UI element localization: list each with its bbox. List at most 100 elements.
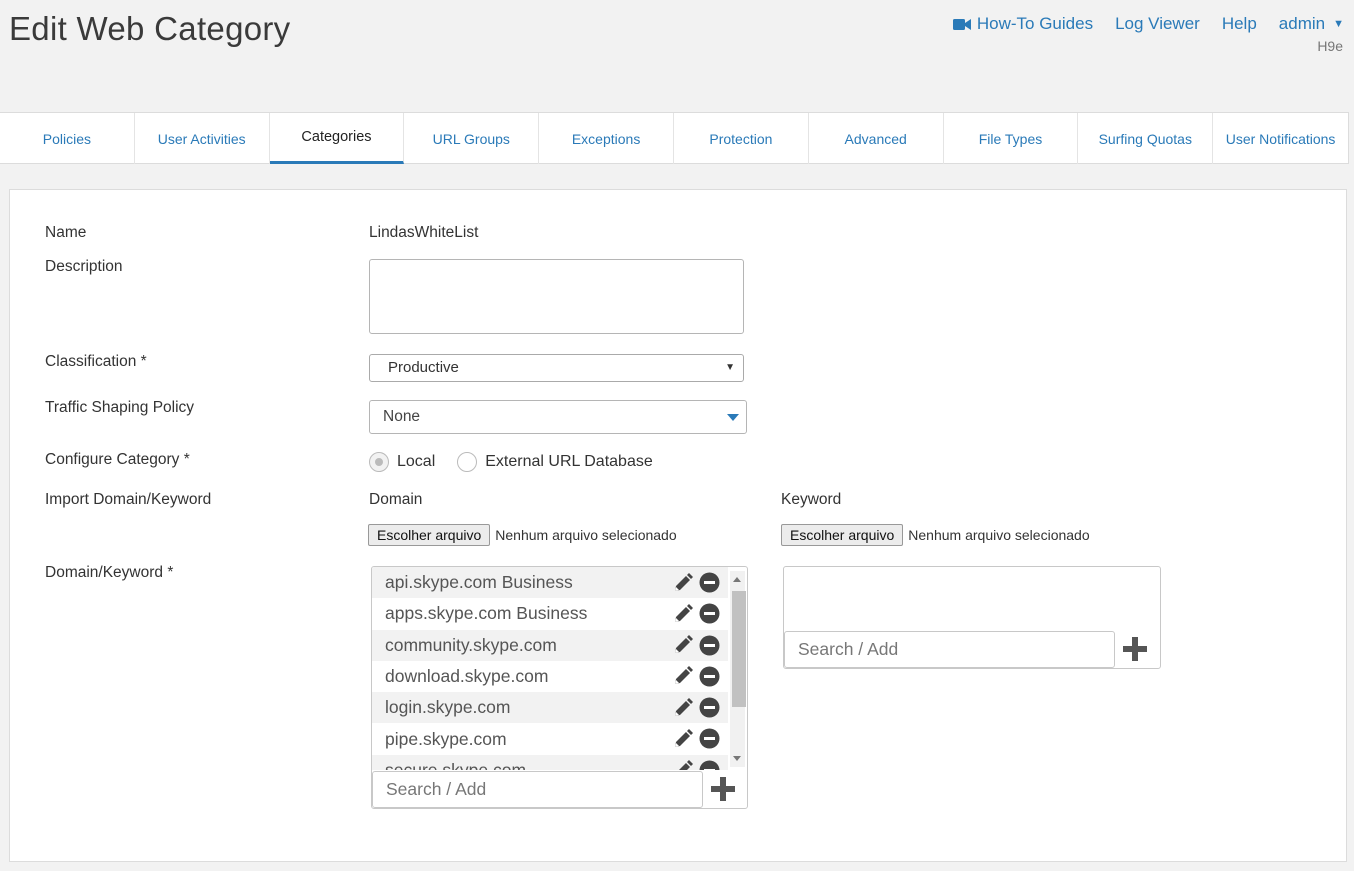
howto-guides-link[interactable]: How-To Guides: [952, 14, 1094, 34]
item-actions: [672, 603, 720, 624]
keyword-file-status: Nenhum arquivo selecionado: [908, 527, 1090, 543]
tab-user-notifications[interactable]: User Notifications: [1213, 113, 1348, 164]
plus-icon: [711, 777, 735, 801]
tab-policies[interactable]: Policies: [0, 113, 135, 164]
import-domain-label: Domain: [369, 491, 423, 508]
video-camera-icon: [952, 18, 971, 31]
tab-categories[interactable]: Categories: [269, 113, 405, 164]
pencil-icon[interactable]: [672, 728, 693, 749]
domain-add-row: Search / Add: [372, 770, 747, 808]
domain-item-label: download.skype.com: [385, 666, 549, 687]
item-actions: [672, 572, 720, 593]
domain-keyword-label: Domain/Keyword *: [45, 564, 174, 581]
tab-surfing-quotas[interactable]: Surfing Quotas: [1078, 113, 1214, 164]
keyword-add-row: Search / Add: [784, 630, 1160, 668]
dropdown-arrow-icon: ▼: [725, 362, 735, 373]
chevron-down-icon: [727, 414, 739, 421]
scrollbar[interactable]: [730, 571, 746, 767]
hostname: H9e: [1317, 38, 1343, 54]
pencil-icon[interactable]: [672, 697, 693, 718]
add-domain-button[interactable]: [703, 771, 743, 808]
edit-category-panel: Name LindasWhiteList Description Classif…: [9, 189, 1347, 862]
remove-icon[interactable]: [699, 697, 720, 718]
name-value: LindasWhiteList: [369, 224, 479, 241]
keyword-search-input[interactable]: Search / Add: [784, 630, 1115, 668]
pencil-icon[interactable]: [672, 572, 693, 593]
tab-user-activities[interactable]: User Activities: [135, 113, 270, 164]
remove-icon[interactable]: [699, 728, 720, 749]
pencil-icon[interactable]: [672, 760, 693, 770]
tab-bar: Policies User Activities Categories URL …: [0, 112, 1349, 164]
item-actions: [672, 635, 720, 656]
scrollbar-thumb[interactable]: [732, 591, 746, 707]
name-label: Name: [45, 224, 87, 241]
configure-category-label: Configure Category *: [45, 451, 190, 468]
domain-item-label: apps.skype.com Business: [385, 603, 588, 624]
domain-item-label: community.skype.com: [385, 634, 557, 655]
classification-label: Classification *: [45, 353, 147, 370]
item-actions: [672, 666, 720, 687]
scroll-up-icon[interactable]: [733, 577, 741, 582]
import-label: Import Domain/Keyword: [45, 491, 212, 508]
import-keyword-label: Keyword: [781, 491, 842, 508]
radio-local[interactable]: [369, 452, 389, 472]
list-item: community.skype.com: [372, 629, 728, 661]
domain-list: api.skype.com Business apps.skype.com Bus…: [371, 566, 748, 809]
keyword-choose-file-button[interactable]: Escolher arquivo: [781, 524, 904, 546]
pencil-icon[interactable]: [672, 666, 693, 687]
page-title: Edit Web Category: [9, 10, 291, 47]
traffic-shaping-label: Traffic Shaping Policy: [45, 399, 195, 416]
admin-menu[interactable]: admin ▼: [1279, 14, 1344, 34]
item-actions: [672, 697, 720, 718]
domain-file-input: Escolher arquivo Nenhum arquivo selecion…: [368, 524, 677, 546]
radio-external-label: External URL Database: [485, 453, 653, 470]
item-actions: [672, 728, 720, 749]
description-textarea[interactable]: [369, 259, 744, 334]
remove-icon[interactable]: [699, 603, 720, 624]
tab-exceptions[interactable]: Exceptions: [539, 113, 674, 164]
tab-advanced[interactable]: Advanced: [809, 113, 944, 164]
radio-local-label: Local: [397, 453, 436, 470]
domain-file-status: Nenhum arquivo selecionado: [495, 527, 677, 543]
tab-url-groups[interactable]: URL Groups: [404, 113, 540, 164]
add-keyword-button[interactable]: [1115, 631, 1155, 668]
domain-choose-file-button[interactable]: Escolher arquivo: [368, 524, 491, 546]
classification-select[interactable]: Productive ▼: [369, 354, 744, 382]
plus-icon: [1123, 637, 1147, 661]
radio-external-url-database[interactable]: [457, 452, 478, 472]
description-label: Description: [45, 258, 123, 275]
admin-label: admin: [1278, 14, 1326, 33]
list-item: apps.skype.com Business: [372, 598, 728, 629]
configure-category-radio-group: Local External URL Database: [369, 452, 667, 472]
log-viewer-link[interactable]: Log Viewer: [1115, 14, 1200, 34]
howto-guides-label: How-To Guides: [976, 14, 1094, 33]
top-navigation: How-To Guides Log Viewer Help admin ▼: [952, 14, 1344, 34]
domain-item-label: api.skype.com Business: [385, 572, 573, 593]
list-item: download.skype.com: [372, 661, 728, 692]
list-item: secure.skype.com: [372, 754, 728, 770]
remove-icon[interactable]: [699, 666, 720, 687]
keyword-list: Search / Add: [783, 566, 1161, 669]
tab-protection[interactable]: Protection: [674, 113, 809, 164]
help-link[interactable]: Help: [1222, 14, 1257, 34]
domain-search-input[interactable]: Search / Add: [372, 770, 703, 808]
classification-value: Productive: [388, 359, 459, 376]
domain-item-label: pipe.skype.com: [385, 728, 507, 749]
tab-file-types[interactable]: File Types: [944, 113, 1079, 164]
scroll-down-icon[interactable]: [733, 756, 741, 761]
list-item: pipe.skype.com: [372, 723, 728, 754]
item-actions: [672, 760, 720, 770]
traffic-shaping-select[interactable]: None: [369, 400, 747, 434]
pencil-icon[interactable]: [672, 635, 693, 656]
caret-down-icon: ▼: [1333, 18, 1344, 30]
keyword-file-input: Escolher arquivo Nenhum arquivo selecion…: [781, 524, 1090, 546]
remove-icon[interactable]: [699, 572, 720, 593]
domain-list-viewport: api.skype.com Business apps.skype.com Bus…: [372, 567, 728, 770]
domain-item-label: secure.skype.com: [385, 759, 527, 770]
remove-icon[interactable]: [699, 635, 720, 656]
pencil-icon[interactable]: [672, 603, 693, 624]
domain-item-label: login.skype.com: [385, 697, 511, 718]
list-item: api.skype.com Business: [372, 567, 728, 599]
remove-icon[interactable]: [699, 760, 720, 770]
traffic-shaping-value: None: [383, 408, 421, 425]
